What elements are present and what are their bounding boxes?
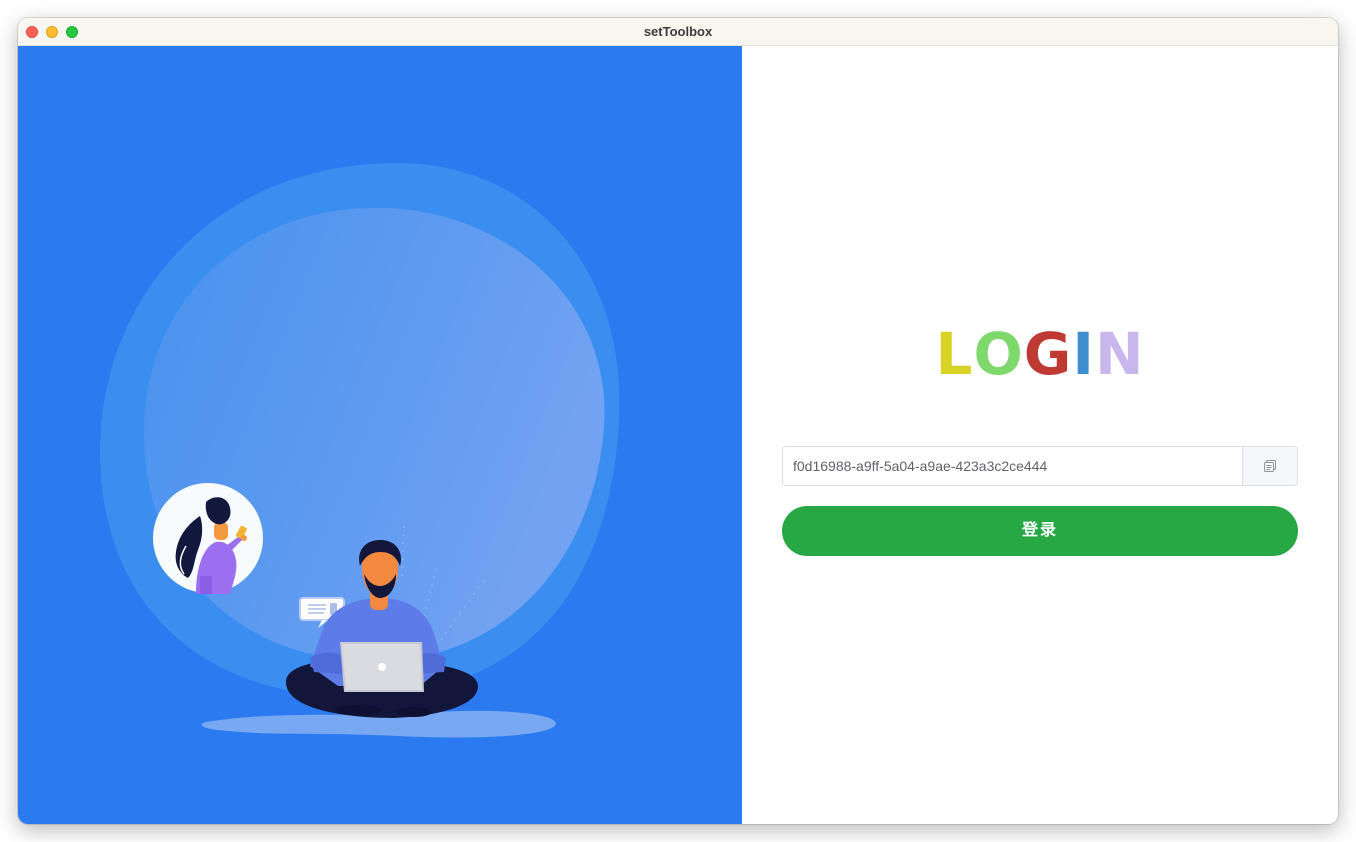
uuid-input-group bbox=[782, 446, 1298, 486]
heading-letter: O bbox=[973, 320, 1024, 388]
illustration-panel bbox=[18, 46, 742, 824]
heading-letter: N bbox=[1094, 320, 1145, 388]
copy-icon bbox=[1264, 460, 1276, 472]
heading-letter: G bbox=[1023, 320, 1073, 388]
heading-letter: I bbox=[1072, 320, 1095, 388]
heading-letter: L bbox=[935, 320, 974, 388]
remote-work-illustration bbox=[99, 162, 620, 738]
uuid-input[interactable] bbox=[783, 447, 1242, 485]
window-title: setToolbox bbox=[643, 24, 713, 39]
title-bar: setToolbox bbox=[18, 18, 1338, 46]
login-heading: LOGIN bbox=[742, 320, 1338, 388]
copy-button[interactable] bbox=[1242, 447, 1297, 485]
login-button[interactable]: 登录 bbox=[782, 506, 1298, 556]
app-window: setToolbox LOGIN f0d16988-a9ff-5a04-a9ae… bbox=[18, 18, 1338, 824]
login-panel: LOGIN 登录 bbox=[742, 46, 1338, 824]
